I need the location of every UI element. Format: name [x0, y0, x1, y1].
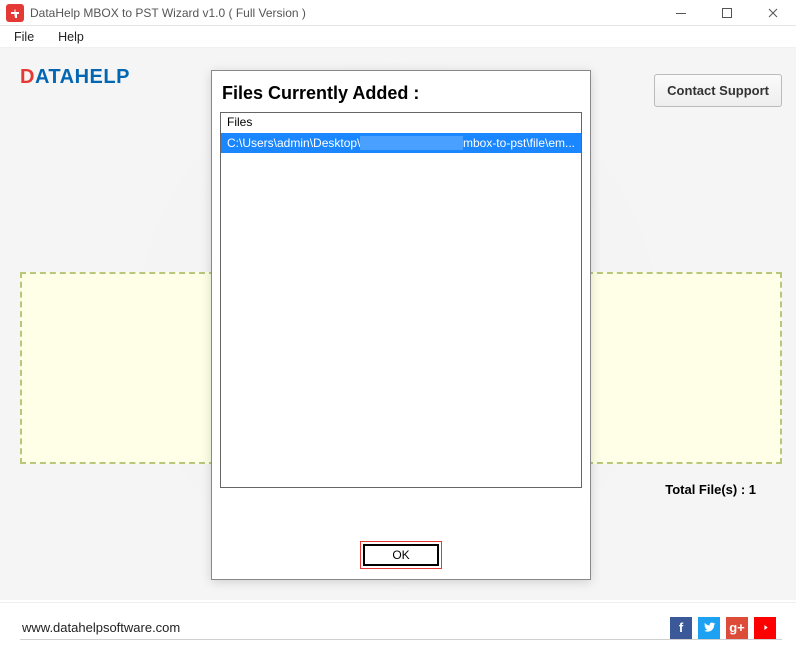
footer-divider [20, 639, 782, 640]
file-path-prefix: C:\Users\admin\Desktop\ [227, 136, 360, 150]
twitter-icon[interactable] [698, 617, 720, 639]
facebook-icon[interactable]: f [670, 617, 692, 639]
file-row[interactable]: C:\Users\admin\Desktop\ mbox-to-pst\file… [221, 133, 581, 153]
googleplus-icon[interactable]: g+ [726, 617, 748, 639]
titlebar: DataHelp MBOX to PST Wizard v1.0 ( Full … [0, 0, 796, 26]
logo-d: D [20, 66, 35, 88]
contact-support-button[interactable]: Contact Support [654, 74, 782, 107]
menu-help[interactable]: Help [54, 28, 88, 46]
files-listbox: Files C:\Users\admin\Desktop\ mbox-to-ps… [220, 112, 582, 488]
total-files-label: Total File(s) : 1 [665, 482, 756, 497]
window-controls [658, 0, 796, 26]
close-button[interactable] [750, 0, 796, 26]
files-added-dialog: Files Currently Added : Files C:\Users\a… [211, 70, 591, 580]
file-path-suffix: mbox-to-pst\file\em... [463, 136, 575, 150]
youtube-icon[interactable] [754, 617, 776, 639]
menu-file[interactable]: File [10, 28, 38, 46]
brand-logo: DATAHELP [20, 66, 130, 89]
footer-url[interactable]: www.datahelpsoftware.com [22, 608, 670, 635]
footer: www.datahelpsoftware.com f g+ [0, 602, 796, 652]
menubar: File Help [0, 26, 796, 48]
window-title: DataHelp MBOX to PST Wizard v1.0 ( Full … [30, 6, 658, 20]
files-column-header[interactable]: Files [221, 113, 581, 133]
social-icons: f g+ [670, 605, 776, 639]
logo-rest: ATAHELP [35, 66, 130, 88]
main-area: DATAHELP Contact Support Total File(s) :… [0, 48, 796, 600]
file-path-redacted [360, 136, 463, 150]
dialog-title: Files Currently Added : [220, 81, 582, 112]
app-icon [6, 4, 24, 22]
minimize-button[interactable] [658, 0, 704, 26]
ok-button-focus-ring: OK [360, 541, 442, 569]
maximize-button[interactable] [704, 0, 750, 26]
ok-button[interactable]: OK [363, 544, 439, 566]
